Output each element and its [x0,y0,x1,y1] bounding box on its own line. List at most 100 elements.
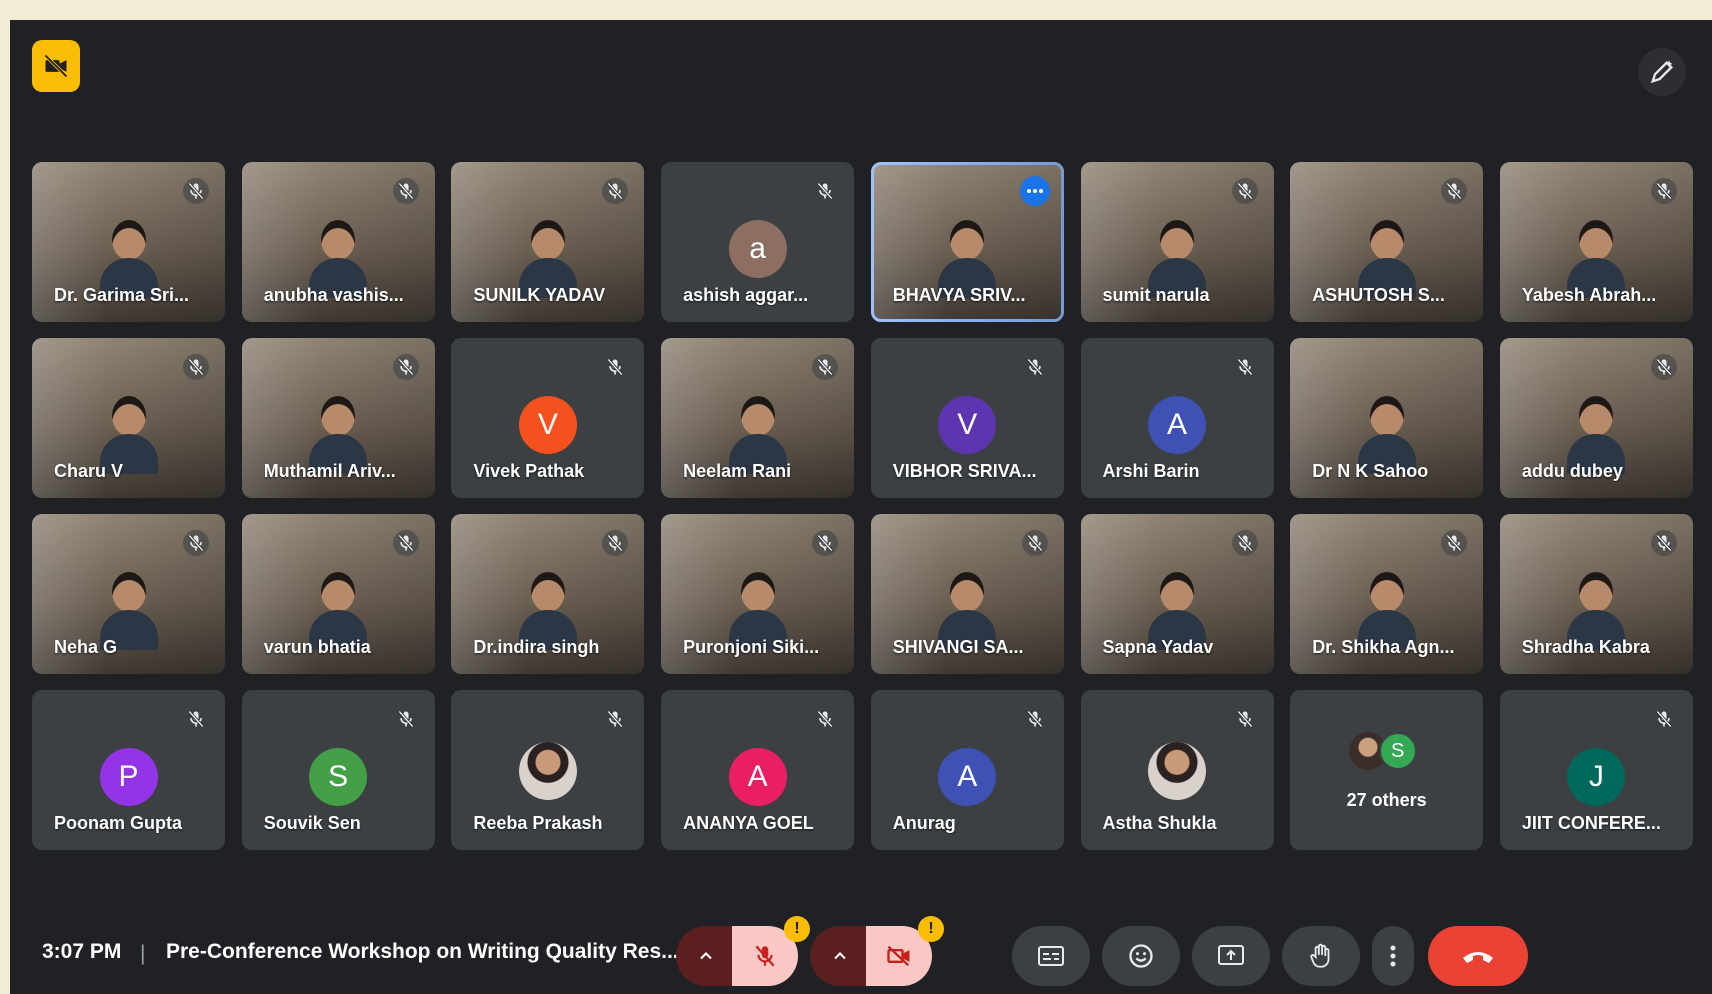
participant-name: Sapna Yadav [1102,637,1214,657]
participant-tile[interactable]: ASHUTOSH S... [1290,162,1484,322]
edit-pen-button[interactable] [1638,48,1686,96]
camera-toggle-button[interactable]: ! [866,916,944,986]
participant-name: Dr. Garima Sri... [54,285,190,305]
mic-options-button[interactable] [676,926,736,986]
participant-tile[interactable]: Dr. Garima Sri... [32,162,225,322]
participant-video [309,396,368,474]
meeting-title: Pre-Conference Workshop on Writing Quali… [166,940,679,963]
participant-name: sumit narula [1102,285,1210,305]
participant-name: ASHUTOSH S... [1312,285,1445,305]
mic-muted-icon [812,178,838,204]
bottom-bar: 3:07 PM | Pre-Conference Workshop on Wri… [10,916,1712,994]
participant-name: Astha Shukla [1102,813,1217,833]
raise-hand-button[interactable] [1282,926,1360,986]
participant-tile[interactable]: addu dubey [1499,338,1693,498]
participant-tile[interactable]: V VIBHOR SRIVA... [870,338,1064,498]
participant-tile[interactable]: Sapna Yadav [1080,514,1274,674]
participant-tile[interactable]: sumit narula [1080,162,1274,322]
participant-grid: Dr. Garima Sri... anubha vashis... SUNILK … [32,162,1706,872]
participant-video [728,396,787,474]
microphone-toggle-button[interactable]: ! [732,916,810,986]
participant-avatar: A [938,748,997,806]
participant-name: Dr. Shikha Agn... [1312,637,1455,657]
recording-indicator-icon[interactable] [32,40,80,92]
participant-tile[interactable]: Shradha Kabra [1499,514,1693,674]
participant-tile[interactable]: Dr.indira singh [451,514,645,674]
mic-muted-icon [1232,354,1258,380]
participant-tile[interactable]: a ashish aggar... [661,162,855,322]
participant-tile[interactable]: SUNILK YADAV [451,162,645,322]
leave-call-button[interactable] [1428,926,1528,986]
participant-tile[interactable]: varun bhatia [241,514,435,674]
participant-name: SHIVANGI SA... [892,637,1024,657]
participant-tile[interactable]: Neelam Rani [661,338,855,498]
mic-muted-icon [1022,354,1048,380]
participant-name: Muthamil Ariv... [263,461,396,481]
chevron-up-icon [834,952,846,960]
participant-name: varun bhatia [263,637,371,657]
participant-name: ashish aggar... [683,285,809,305]
mic-muted-icon [1441,178,1468,204]
participant-tile[interactable]: Muthamil Ariv... [241,338,435,498]
mic-muted-icon [183,178,209,204]
participant-tile[interactable]: S Souvik Sen [241,690,435,850]
mic-muted-icon [392,530,419,556]
participant-video [1148,220,1206,298]
participant-video [518,220,577,298]
meeting-time: 3:07 PM [42,940,122,963]
participant-avatar: J [1567,748,1626,806]
mic-muted-icon [1650,178,1677,204]
mic-muted-icon [1650,530,1677,556]
participant-tile[interactable]: A Arshi Barin [1080,338,1274,498]
participant-tile[interactable]: Neha G [32,514,225,674]
participant-name: ANANYA GOEL [683,813,814,833]
mic-muted-icon [1232,706,1258,732]
more-options-button[interactable] [1372,926,1414,986]
participant-name: Dr N K Sahoo [1312,461,1429,481]
participant-tile[interactable]: A ANANYA GOEL [661,690,855,850]
more-options-icon[interactable] [1019,176,1050,206]
mic-muted-icon [1021,530,1048,556]
participant-tile[interactable]: anubha vashis... [241,162,435,322]
participant-avatar: A [728,748,787,806]
participant-tile[interactable]: Reeba Prakash [451,690,645,850]
participant-tile[interactable]: Puronjoni Siki... [661,514,855,674]
participant-tile[interactable]: P Poonam Gupta [32,690,225,850]
participant-tile[interactable]: Dr N K Sahoo [1290,338,1484,498]
participant-name: JIIT CONFERE... [1521,813,1661,833]
hang-up-icon [1463,952,1493,963]
participant-tile[interactable]: Yabesh Abrah... [1499,162,1693,322]
participant-video [1357,396,1416,474]
participant-name: Yabesh Abrah... [1521,285,1657,305]
mic-muted-icon [602,354,628,380]
mic-muted-icon [1231,178,1258,204]
mic-muted-icon [1650,354,1677,380]
participant-tile[interactable]: BHAVYA SRIV... [870,162,1064,322]
participant-tile[interactable]: S 27 others [1290,690,1484,850]
participant-tile[interactable]: Astha Shukla [1080,690,1274,850]
camera-options-button[interactable] [810,926,870,986]
participant-tile[interactable]: Dr. Shikha Agn... [1290,514,1484,674]
mic-muted-icon [812,354,839,380]
participant-video [728,572,787,650]
participant-tile[interactable]: J JIIT CONFERE... [1499,690,1693,850]
participant-name: Charu V [54,461,124,481]
participant-tile[interactable]: V Vivek Pathak [451,338,645,498]
more-vert-icon [1390,945,1396,967]
participant-video [309,220,368,298]
mic-muted-icon [1231,530,1258,556]
participant-name: addu dubey [1521,461,1623,481]
mic-muted-icon [183,530,209,556]
participant-tile[interactable]: SHIVANGI SA... [870,514,1064,674]
participant-avatar: S [309,748,368,806]
emoji-reactions-button[interactable] [1102,926,1180,986]
participant-video [99,220,158,298]
time-separator: | [140,942,146,965]
present-screen-button[interactable] [1192,926,1270,986]
captions-button[interactable] [1012,926,1090,986]
participant-avatar: P [99,748,158,806]
participant-tile[interactable]: Charu V [32,338,225,498]
mic-warning-badge: ! [784,916,810,942]
participant-name: Neelam Rani [683,461,792,481]
participant-tile[interactable]: A Anurag [870,690,1064,850]
